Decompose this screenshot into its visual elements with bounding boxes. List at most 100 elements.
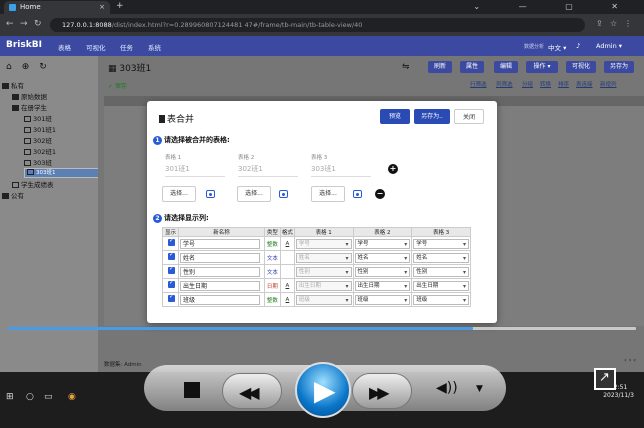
- table1-column-select[interactable]: 性别: [295, 266, 352, 277]
- settings-icon[interactable]: ⇋: [402, 62, 410, 72]
- table2-column-select[interactable]: 性别: [354, 266, 411, 277]
- tree-item[interactable]: 303班: [24, 157, 52, 167]
- tree-root-public[interactable]: 公有: [2, 190, 24, 200]
- table1-column-select[interactable]: 学号: [295, 238, 352, 249]
- link-row-filter[interactable]: 行筛选: [470, 80, 487, 88]
- search-icon[interactable]: ○: [26, 392, 34, 402]
- chrome-icon[interactable]: ◉: [68, 392, 76, 402]
- new-name-input[interactable]: 姓名: [179, 252, 260, 263]
- tree-item[interactable]: 学生成绩表: [12, 179, 54, 189]
- app-logo[interactable]: BriskBI: [6, 40, 42, 50]
- new-name-input[interactable]: 学号: [179, 238, 260, 249]
- window-controls[interactable]: ⌄ — ▢ ✕: [473, 0, 636, 13]
- format-icon[interactable]: A: [285, 241, 289, 247]
- media-progress-bar[interactable]: [8, 327, 636, 330]
- bell-icon[interactable]: ♪: [576, 42, 580, 50]
- select-table-3-button[interactable]: 选择...: [311, 186, 345, 202]
- select-table-2-button[interactable]: 选择...: [237, 186, 271, 202]
- save-as-button[interactable]: 另存为: [604, 61, 634, 73]
- back-icon[interactable]: ←: [6, 19, 14, 29]
- new-name-input[interactable]: 性别: [179, 266, 260, 277]
- tree-item[interactable]: 301班: [24, 113, 52, 123]
- link-transform[interactable]: 转换: [540, 80, 551, 88]
- new-name-input[interactable]: 出生日期: [179, 280, 260, 291]
- table2-column-select[interactable]: 学号: [354, 238, 411, 249]
- menu-table[interactable]: 表格: [58, 42, 71, 52]
- select-table-1-button[interactable]: 选择...: [162, 186, 196, 202]
- browser-tab[interactable]: Home ×: [4, 1, 110, 14]
- stop-button[interactable]: [184, 382, 200, 398]
- view-icon[interactable]: [353, 190, 362, 198]
- table3-column-select[interactable]: 姓名: [413, 252, 469, 263]
- share-icon[interactable]: ⇪: [596, 19, 603, 28]
- link-join[interactable]: 表连接: [576, 80, 593, 88]
- tree-root-label: 私有: [11, 82, 24, 90]
- show-checkbox[interactable]: [168, 293, 175, 302]
- tree-item[interactable]: 原始数据: [12, 91, 47, 101]
- add-table-icon[interactable]: +: [388, 164, 398, 174]
- table2-column-select[interactable]: 姓名: [354, 252, 411, 263]
- show-checkbox[interactable]: [168, 265, 175, 274]
- bookmark-icon[interactable]: ☆: [610, 19, 617, 28]
- language-select[interactable]: 中文 ▾: [548, 42, 566, 52]
- tab-close-icon[interactable]: ×: [99, 1, 105, 14]
- table3-column-select[interactable]: 出生日期: [413, 280, 469, 291]
- format-icon[interactable]: A: [285, 297, 289, 303]
- table1-column-select[interactable]: 班级: [295, 294, 352, 305]
- table3-column-select[interactable]: 性别: [413, 266, 469, 277]
- operation-button[interactable]: 操作 ▾: [526, 61, 558, 73]
- home-icon[interactable]: ⌂: [6, 62, 22, 72]
- table2-column-select[interactable]: 班级: [354, 294, 411, 305]
- table3-column-select[interactable]: 学号: [413, 238, 469, 249]
- start-icon[interactable]: ⊞: [6, 392, 14, 402]
- volume-dropdown-icon[interactable]: ▼: [476, 384, 483, 394]
- format-icon[interactable]: A: [285, 283, 289, 289]
- save-as-dialog-button[interactable]: 另存为..: [414, 109, 450, 124]
- user-menu[interactable]: Admin ▾: [596, 42, 622, 50]
- refresh-icon[interactable]: ↻: [39, 62, 57, 72]
- menu-system[interactable]: 系统: [148, 42, 161, 52]
- table2-column-select[interactable]: 出生日期: [354, 280, 411, 291]
- visualize-button[interactable]: 可视化: [566, 61, 596, 73]
- tree-root-private[interactable]: 私有: [2, 80, 24, 90]
- taskview-icon[interactable]: ▭: [44, 392, 53, 402]
- properties-button[interactable]: 属性: [460, 61, 484, 73]
- table1-column-select[interactable]: 出生日期: [295, 280, 352, 291]
- link-group[interactable]: 分组: [522, 80, 533, 88]
- url-field[interactable]: 127.0.0.1:8088/dist/index.html?r=0.28996…: [50, 18, 585, 32]
- forward-icon[interactable]: →: [20, 19, 28, 29]
- menu-visualization[interactable]: 可视化: [86, 42, 106, 52]
- new-name-input[interactable]: 班级: [179, 294, 260, 305]
- link-add-column[interactable]: 新增列: [600, 80, 617, 88]
- close-dialog-button[interactable]: 关闭: [454, 109, 484, 124]
- fast-forward-button[interactable]: ▶▶: [352, 373, 412, 409]
- pagination[interactable]: ‹ › ‹: [624, 356, 636, 364]
- show-checkbox[interactable]: [168, 251, 175, 260]
- view-icon[interactable]: [206, 190, 215, 198]
- link-sort[interactable]: 排序: [558, 80, 569, 88]
- column-row: 班级整数A班级班级班级: [162, 292, 471, 307]
- menu-task[interactable]: 任务: [120, 42, 133, 52]
- table3-column-select[interactable]: 班级: [413, 294, 469, 305]
- view-icon[interactable]: [279, 190, 288, 198]
- menu-icon[interactable]: ⋮: [624, 19, 632, 28]
- refresh-button[interactable]: 刷新: [428, 61, 452, 73]
- preview-button[interactable]: 预览: [380, 109, 410, 124]
- tree-item[interactable]: 301班1: [24, 124, 56, 134]
- reload-icon[interactable]: ↻: [34, 19, 42, 29]
- edit-button[interactable]: 编辑: [494, 61, 518, 73]
- show-checkbox[interactable]: [168, 237, 175, 246]
- new-tab-button[interactable]: +: [116, 0, 124, 13]
- remove-table-icon[interactable]: −: [375, 189, 385, 199]
- play-button[interactable]: ▶: [295, 362, 351, 418]
- volume-icon[interactable]: ◀)): [436, 380, 458, 396]
- show-checkbox[interactable]: [168, 279, 175, 288]
- add-icon[interactable]: ⊕: [22, 62, 40, 72]
- tree-item[interactable]: 在册学生: [12, 102, 47, 112]
- tree-item[interactable]: 302班1: [24, 146, 56, 156]
- rewind-button[interactable]: ◀◀: [222, 373, 282, 409]
- link-col-filter[interactable]: 列筛选: [496, 80, 513, 88]
- tree-item[interactable]: 302班: [24, 135, 52, 145]
- fullscreen-icon[interactable]: ↗: [594, 368, 616, 390]
- table1-column-select[interactable]: 姓名: [295, 252, 352, 263]
